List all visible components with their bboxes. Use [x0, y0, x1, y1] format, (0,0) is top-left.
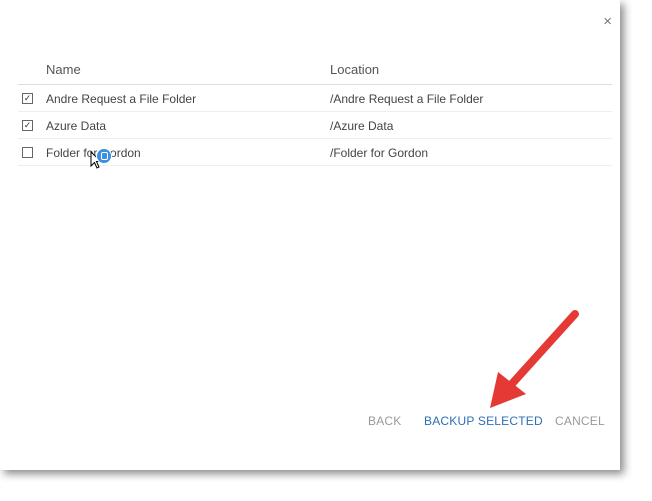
column-header-name: Name — [46, 62, 81, 77]
column-header-location: Location — [330, 62, 380, 77]
red-arrow-icon — [490, 310, 579, 408]
backup-selected-button[interactable]: BACKUP SELECTED — [424, 414, 543, 428]
table-header: Name Location — [18, 58, 612, 85]
row-checkbox[interactable]: ✓ — [22, 120, 33, 131]
row-location: /Andre Request a File Folder — [330, 92, 484, 106]
table-row[interactable]: ✓ Azure Data /Azure Data — [18, 112, 612, 139]
row-checkbox[interactable] — [22, 147, 33, 158]
back-button[interactable]: BACK — [368, 414, 401, 428]
row-location: /Azure Data — [330, 119, 394, 133]
table-row[interactable]: ✓ Andre Request a File Folder /Andre Req… — [18, 85, 612, 112]
blue-badge-icon — [96, 148, 112, 164]
row-location: /Folder for Gordon — [330, 146, 429, 160]
cancel-button[interactable]: CANCEL — [555, 414, 605, 428]
row-name: Azure Data — [46, 119, 107, 133]
close-icon[interactable]: × — [603, 14, 612, 29]
row-checkbox[interactable]: ✓ — [22, 93, 33, 104]
row-name: Andre Request a File Folder — [46, 92, 197, 106]
